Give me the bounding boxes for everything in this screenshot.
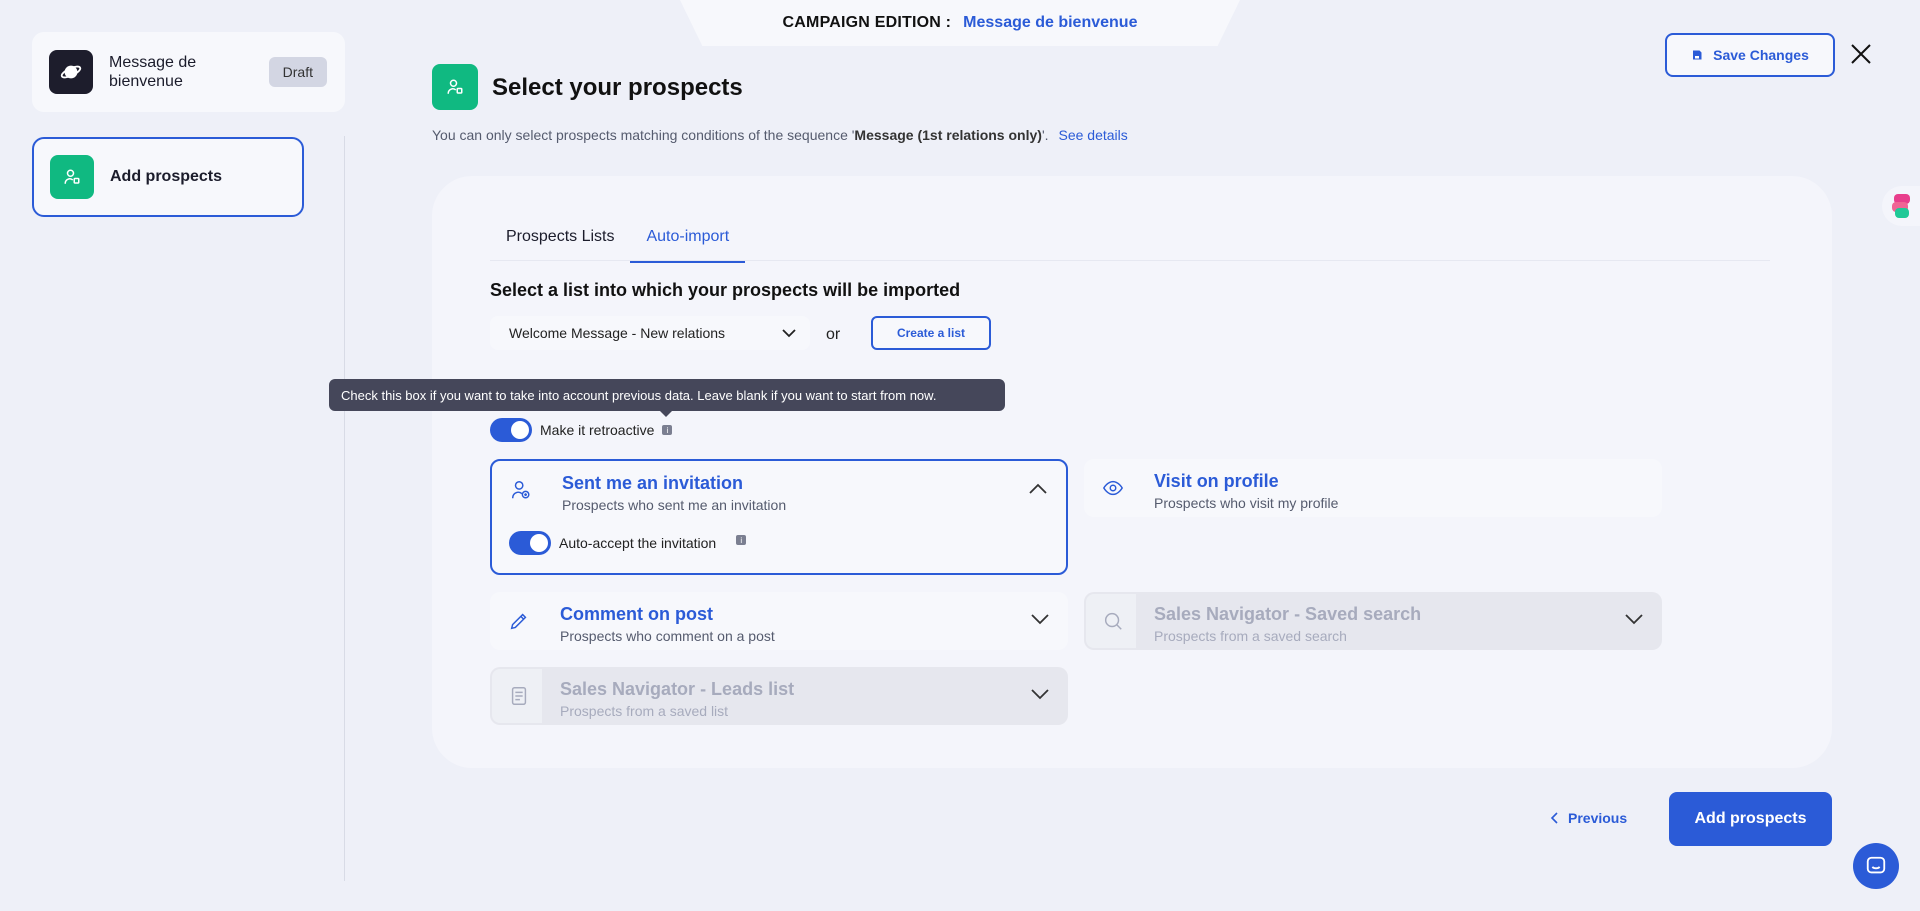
chevron-down-icon: [1031, 689, 1049, 700]
option-title: Sales Navigator - Saved search: [1154, 604, 1422, 624]
chevron-down-icon: [1625, 614, 1643, 625]
save-icon: [1693, 50, 1702, 60]
auto-accept-row: Auto-accept the invitation i: [509, 531, 747, 555]
sidebar-step-add-prospects[interactable]: Add prospects: [32, 137, 304, 217]
tab-auto-import[interactable]: Auto-import: [630, 218, 746, 263]
option-title: Sent me an invitation: [562, 473, 744, 493]
list-dropdown[interactable]: Welcome Message - New relations: [490, 316, 810, 350]
option-subtitle: Prospects who visit my profile: [1154, 495, 1339, 511]
chat-icon: [1866, 856, 1886, 874]
auto-accept-label: Auto-accept the invitation: [559, 535, 717, 551]
sidebar-divider: [344, 136, 345, 881]
subtitle-suffix: '.: [1041, 127, 1049, 143]
campaign-name[interactable]: Message de bienvenue: [963, 14, 1137, 32]
previous-label: Previous: [1568, 810, 1628, 826]
retroactive-toggle[interactable]: [490, 418, 532, 442]
chevron-down-icon[interactable]: [1030, 612, 1050, 626]
pencil-icon: [510, 613, 527, 630]
tab-bar: Prospects Lists Auto-import: [490, 218, 746, 263]
option-title: Visit on profile: [1154, 471, 1279, 491]
user-plus-icon: [512, 481, 530, 499]
or-text: or: [826, 326, 841, 343]
extension-widget[interactable]: [1882, 186, 1920, 226]
campaign-title: Message de bienvenue: [109, 54, 197, 90]
subtitle-prefix: You can only select prospects matching c…: [432, 127, 855, 143]
chevron-left-icon: [1550, 812, 1558, 824]
widget-logo-icon: [1892, 194, 1910, 218]
sequence-name: Message (1st relations only): [854, 127, 1042, 143]
page-title: Select your prospects: [492, 74, 743, 101]
planet-icon: [49, 50, 93, 94]
campaign-card[interactable]: Message de bienvenue Draft: [32, 32, 345, 112]
step-label: Add prospects: [110, 168, 223, 185]
create-list-button[interactable]: Create a list: [871, 316, 991, 350]
option-subtitle: Prospects from a saved list: [560, 703, 729, 719]
document-icon: [511, 687, 527, 705]
save-changes-button[interactable]: Save Changes: [1665, 33, 1835, 77]
info-icon[interactable]: i: [662, 425, 673, 435]
selected-list: Welcome Message - New relations: [509, 325, 726, 341]
retroactive-tooltip: Check this box if you want to take into …: [329, 379, 1005, 417]
option-comment-post[interactable]: Comment on post Prospects who comment on…: [490, 592, 1068, 650]
campaign-edition-label: CAMPAIGN EDITION :: [782, 14, 952, 31]
info-icon[interactable]: i: [736, 535, 747, 545]
search-icon: [1104, 612, 1122, 630]
campaign-edition-header: CAMPAIGN EDITION : Message de bienvenue: [680, 0, 1240, 46]
option-saved-search: Sales Navigator - Saved search Prospects…: [1084, 592, 1662, 650]
retroactive-label: Make it retroactive: [540, 422, 655, 438]
chevron-down-icon: [782, 329, 796, 338]
option-title: Comment on post: [560, 604, 713, 624]
status-badge: Draft: [268, 57, 327, 87]
prospects-icon: [432, 64, 478, 110]
option-subtitle: Prospects who comment on a post: [560, 628, 775, 644]
save-label: Save Changes: [1713, 47, 1809, 63]
auto-accept-toggle[interactable]: [509, 531, 551, 555]
chevron-up-icon[interactable]: [1028, 481, 1048, 495]
add-user-icon: [50, 155, 94, 199]
option-visit-profile[interactable]: Visit on profile Prospects who visit my …: [1084, 459, 1662, 517]
option-leads-list: Sales Navigator - Leads list Prospects f…: [490, 667, 1068, 725]
retroactive-row: Make it retroactive i: [490, 418, 673, 442]
see-details-link[interactable]: See details: [1059, 127, 1128, 143]
add-prospects-button[interactable]: Add prospects: [1669, 792, 1832, 846]
sequence-conditions-text: You can only select prospects matching c…: [432, 127, 1128, 143]
tabs-divider: [490, 260, 1770, 261]
option-sent-invitation[interactable]: Sent me an invitation Prospects who sent…: [490, 459, 1068, 575]
option-title: Sales Navigator - Leads list: [560, 679, 795, 699]
eye-icon: [1102, 480, 1124, 496]
chat-support-button[interactable]: [1853, 843, 1899, 889]
option-subtitle: Prospects from a saved search: [1154, 628, 1347, 644]
option-subtitle: Prospects who sent me an invitation: [562, 497, 787, 513]
select-list-heading: Select a list into which your prospects …: [490, 280, 961, 300]
tab-prospects-lists[interactable]: Prospects Lists: [490, 218, 630, 263]
previous-button[interactable]: Previous: [1550, 810, 1627, 826]
close-icon[interactable]: [1849, 42, 1873, 66]
